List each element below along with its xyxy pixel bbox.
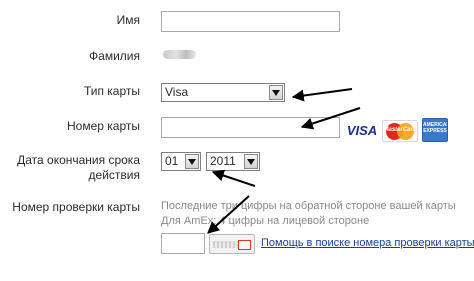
arrow-to-card-number	[300, 107, 361, 130]
arrow-to-expiry	[211, 169, 256, 187]
annotation-arrows	[207, 88, 361, 234]
arrow-to-card-type	[291, 88, 353, 102]
arrow-to-cvv	[207, 195, 250, 234]
